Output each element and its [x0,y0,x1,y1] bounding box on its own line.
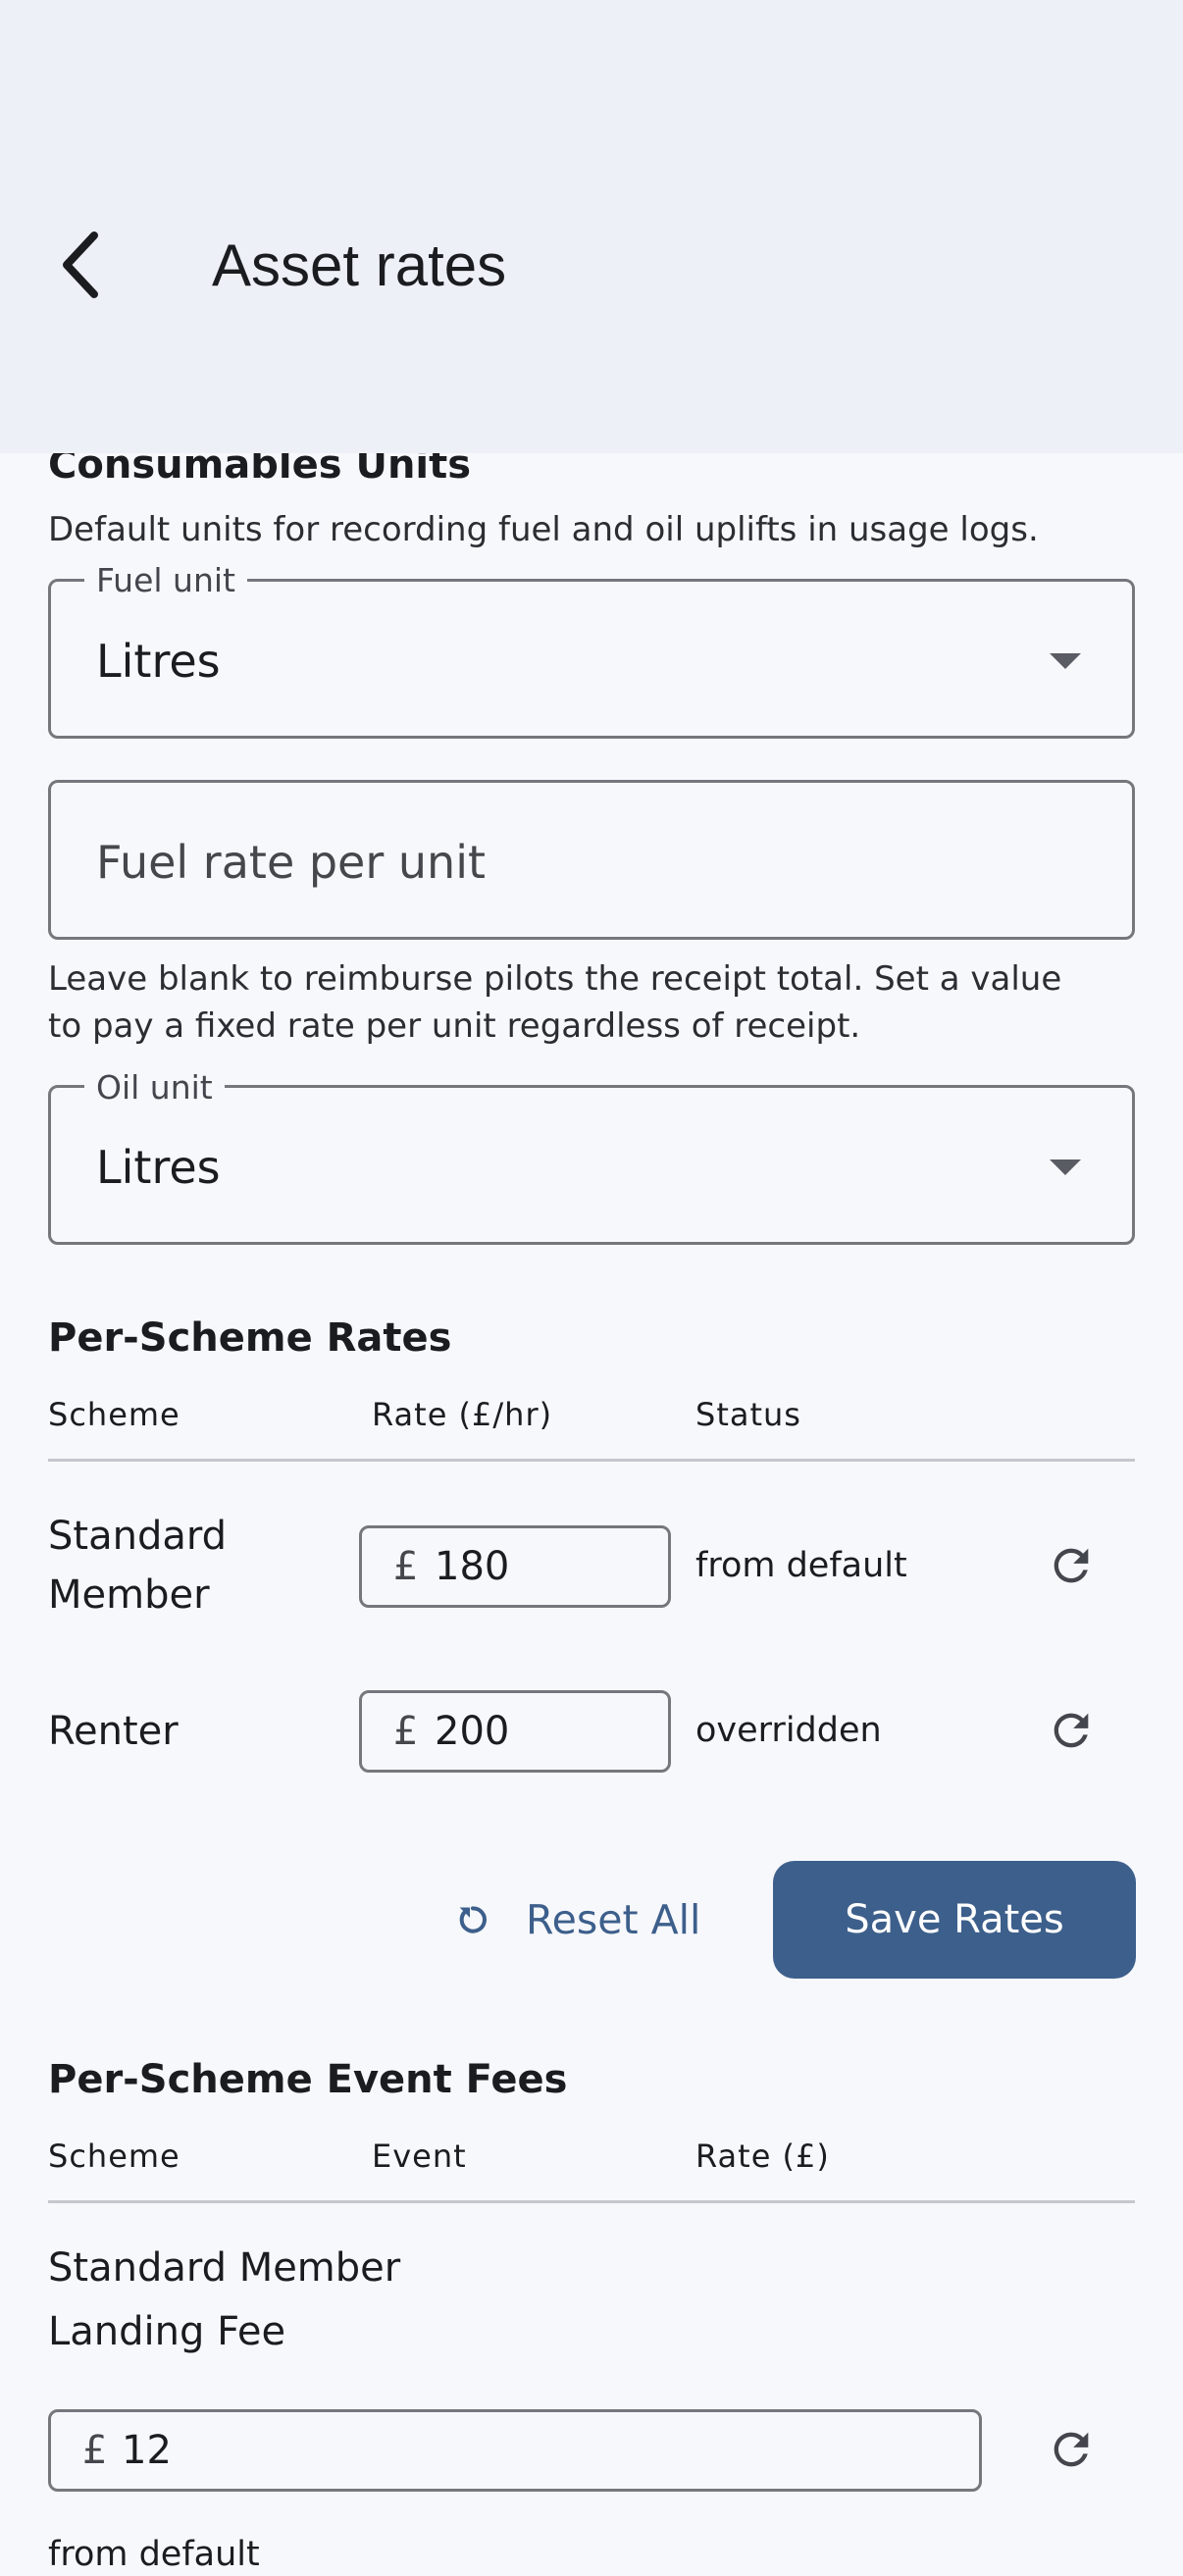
refresh-icon[interactable] [1046,1540,1097,1591]
status-text: from default [695,1546,907,1585]
column-header-scheme: Scheme [48,2138,180,2175]
reset-all-label: Reset All [526,1896,701,1943]
per-scheme-rates-heading: Per-Scheme Rates [48,1315,452,1361]
table-divider [48,2200,1135,2203]
fuel-rate-input[interactable]: Fuel rate per unit [48,780,1135,940]
fuel-unit-label: Fuel unit [84,561,247,600]
scheme-name-line2: Member [48,1572,210,1618]
rate-input[interactable]: £ 180 [359,1525,671,1608]
column-header-rate: Rate (£) [695,2138,830,2175]
event-rate-value: 12 [122,2428,172,2473]
fuel-rate-placeholder: Fuel rate per unit [96,836,487,889]
consumables-description: Default units for recording fuel and oil… [48,510,1039,549]
page-title: Asset rates [212,232,507,298]
event-fees-heading: Per-Scheme Event Fees [48,2057,568,2102]
event-scheme-name: Standard Member [48,2245,401,2291]
refresh-icon[interactable] [1046,1705,1097,1756]
column-header-scheme: Scheme [48,1396,180,1433]
dropdown-arrow-icon [1050,1159,1081,1175]
fuel-unit-value: Litres [96,635,221,688]
fuel-rate-helper-line2: to pay a fixed rate per unit regardless … [48,1006,861,1046]
oil-unit-value: Litres [96,1141,221,1194]
column-header-status: Status [695,1396,801,1433]
reset-all-button[interactable]: Reset All [453,1861,718,1979]
scheme-name: Standard [48,1514,227,1559]
event-name: Landing Fee [48,2309,286,2354]
rate-input[interactable]: £ 200 [359,1690,671,1773]
status-text: overridden [695,1711,882,1750]
currency-symbol: £ [82,2428,108,2473]
refresh-icon[interactable] [1046,2424,1097,2475]
fuel-rate-helper-line1: Leave blank to reimburse pilots the rece… [48,959,1062,999]
column-header-event: Event [372,2138,467,2175]
save-rates-button[interactable]: Save Rates [773,1861,1136,1979]
table-divider [48,1459,1135,1462]
app-bar: Asset rates [0,0,1183,453]
oil-unit-dropdown[interactable]: Litres [48,1085,1135,1245]
column-header-rate: Rate (£/hr) [372,1396,553,1433]
scheme-name: Renter [48,1709,179,1754]
event-rate-input[interactable]: £ 12 [48,2409,982,2492]
currency-symbol: £ [393,1544,419,1589]
status-text: from default [48,2535,260,2574]
oil-unit-label: Oil unit [84,1068,225,1108]
fuel-unit-dropdown[interactable]: Litres [48,579,1135,739]
back-arrow-icon[interactable] [51,224,114,306]
rate-value: 180 [435,1544,510,1589]
rate-value: 200 [435,1709,510,1754]
dropdown-arrow-icon [1050,653,1081,669]
restore-icon [459,1906,487,1933]
currency-symbol: £ [393,1709,419,1754]
